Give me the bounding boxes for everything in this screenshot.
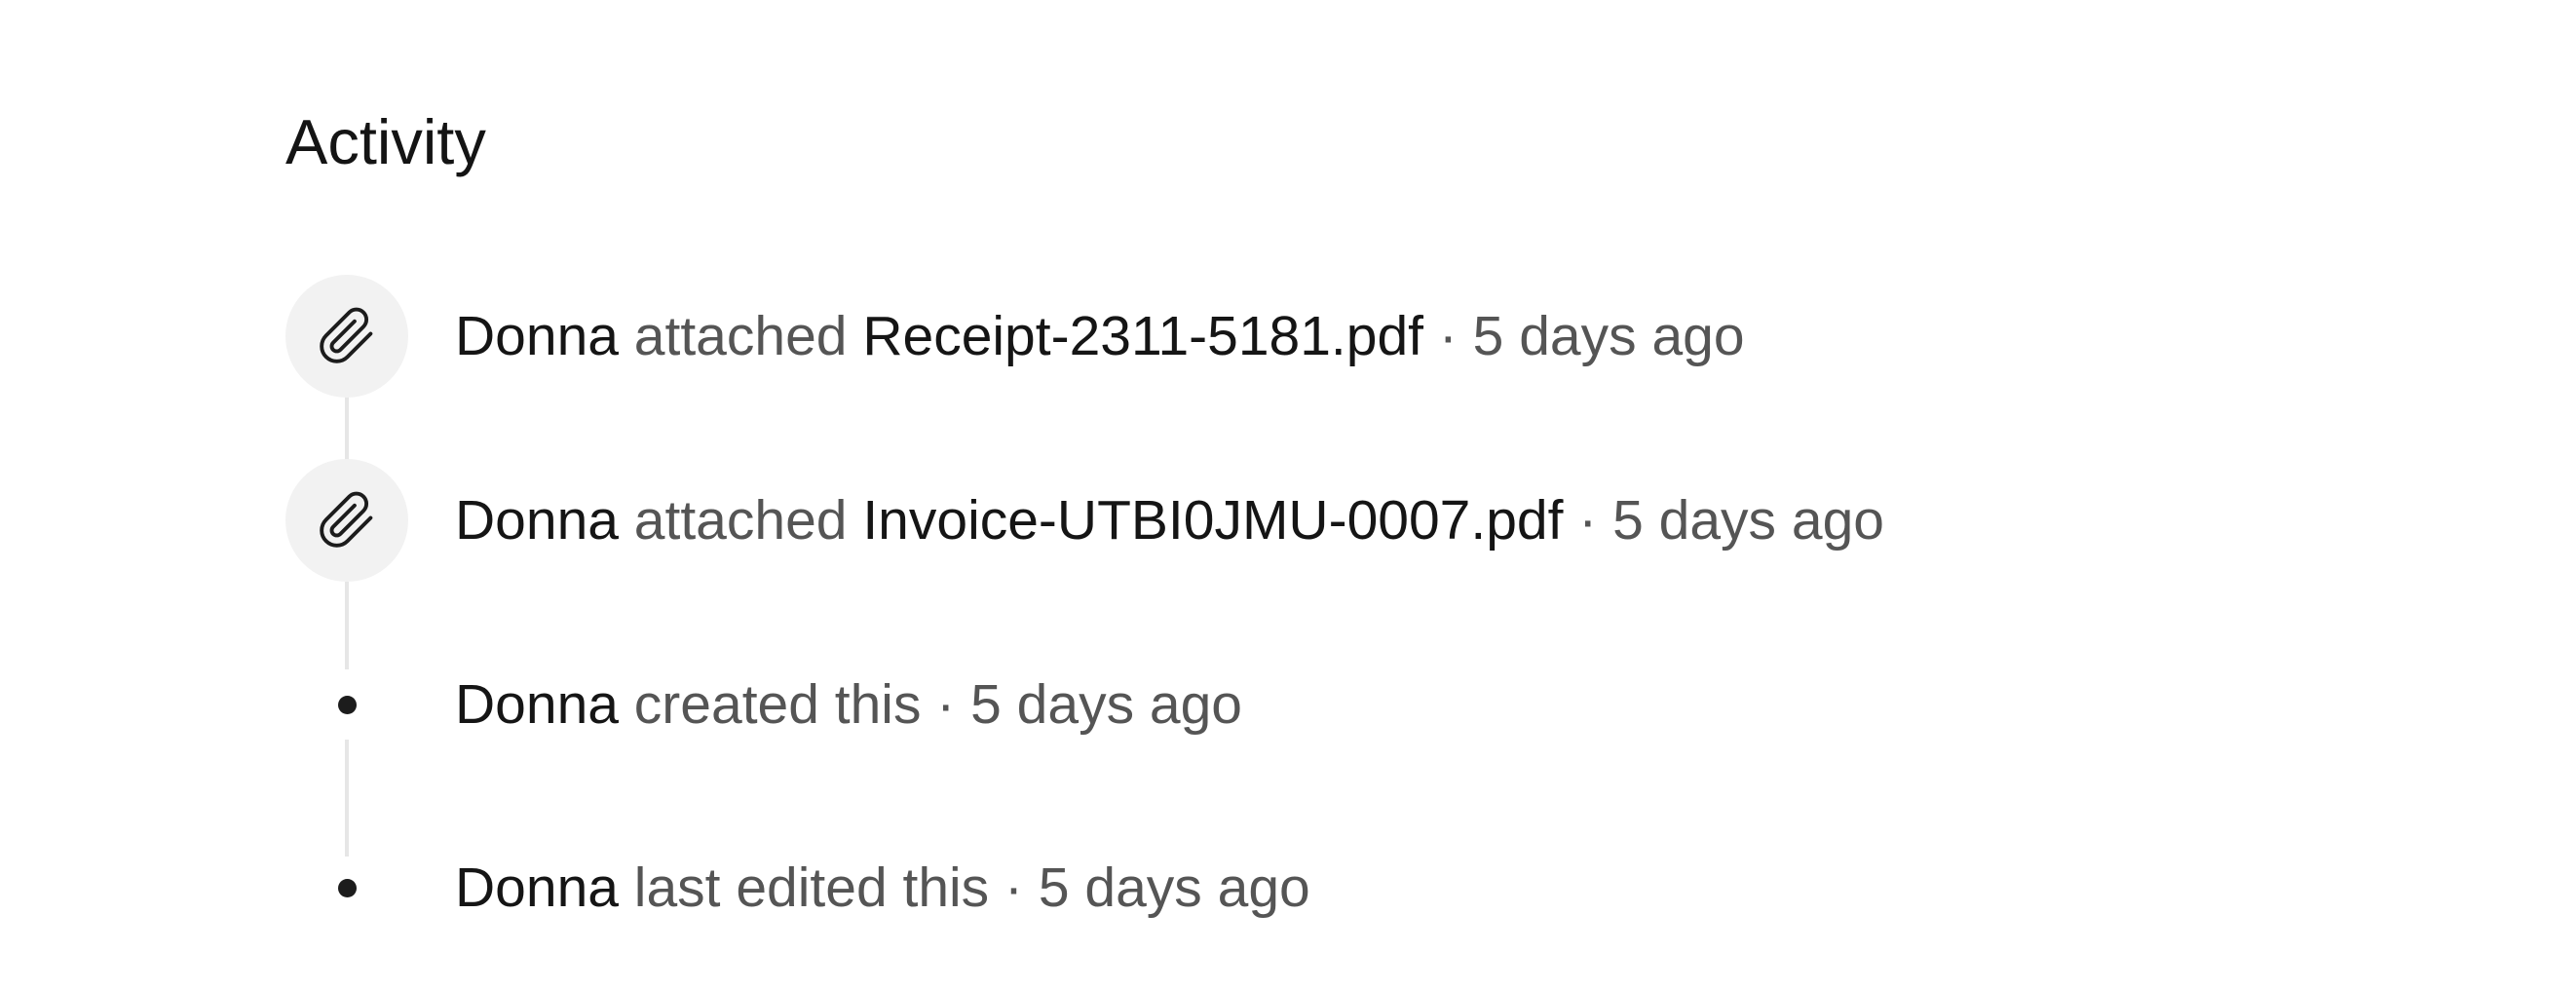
activity-time: 5 days ago [1472,305,1745,367]
activity-item-text: Donna attached Receipt-2311-5181.pdf · 5… [455,275,1745,398]
activity-item: Donna attached Invoice-UTBI0JMU-0007.pdf… [285,459,2234,582]
activity-actor: Donna [455,305,619,367]
activity-item-text: Donna last edited this · 5 days ago [455,826,1310,949]
activity-time: 5 days ago [1038,857,1310,919]
attachment-file-link[interactable]: Receipt-2311-5181.pdf [862,305,1423,367]
activity-actor: Donna [455,673,619,736]
activity-item-text: Donna created this · 5 days ago [455,643,1242,766]
activity-actor: Donna [455,857,619,919]
activity-time: 5 days ago [970,673,1243,736]
activity-action: created this [618,673,922,736]
paperclip-icon [285,275,408,398]
activity-action: last edited this [618,857,990,919]
separator: · [1563,489,1613,552]
activity-action: attached [618,489,863,552]
separator: · [921,673,971,736]
activity-item: Donna last edited this · 5 days ago [285,826,2234,949]
bullet-dot-icon [285,643,408,766]
activity-item: Donna attached Receipt-2311-5181.pdf · 5… [285,275,2234,398]
activity-time: 5 days ago [1612,489,1884,552]
separator: · [1423,305,1473,367]
activity-action: attached [618,305,863,367]
separator: · [989,857,1039,919]
activity-heading: Activity [285,106,486,177]
timeline-connector [345,396,349,460]
attachment-file-link[interactable]: Invoice-UTBI0JMU-0007.pdf [862,489,1563,552]
activity-item: Donna created this · 5 days ago [285,643,2234,766]
activity-panel: Activity Donna attached Receipt-2311-518… [0,0,2576,990]
activity-item-text: Donna attached Invoice-UTBI0JMU-0007.pdf… [455,459,1884,582]
bullet-dot-icon [285,826,408,949]
paperclip-icon [285,459,408,582]
activity-actor: Donna [455,489,619,552]
